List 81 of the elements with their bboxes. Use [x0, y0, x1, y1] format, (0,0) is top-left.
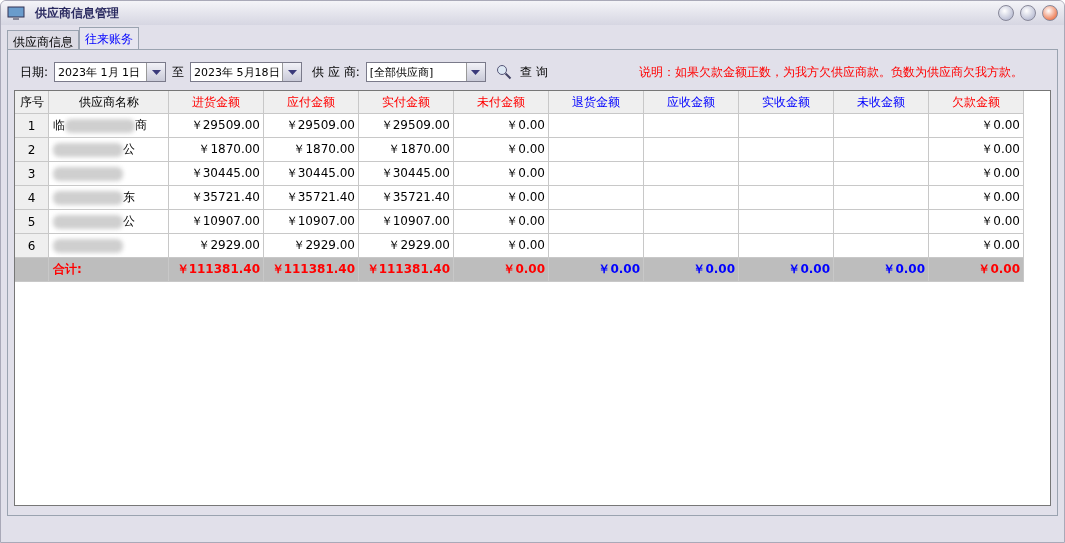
query-button[interactable]: 查 询 — [491, 63, 552, 81]
close-button[interactable] — [1042, 5, 1058, 21]
table-cell: ￥10907.00 — [359, 210, 454, 234]
table-cell: ￥35721.40 — [169, 186, 264, 210]
date-label: 日期: — [20, 63, 49, 81]
table-cell: ￥0.00 — [454, 234, 549, 258]
column-header: 供应商名称 — [49, 91, 169, 114]
row-number: 3 — [15, 162, 49, 186]
table-cell: 东 — [49, 186, 169, 210]
column-header: 欠款金额 — [929, 91, 1024, 114]
table-cell: ￥0.00 — [549, 258, 644, 282]
table-cell: ￥0.00 — [929, 234, 1024, 258]
table-cell: ￥0.00 — [454, 162, 549, 186]
table-cell: 合计: — [49, 258, 169, 282]
table-cell: 公 — [49, 210, 169, 234]
row-number: 5 — [15, 210, 49, 234]
table-cell: ￥10907.00 — [169, 210, 264, 234]
table-cell: ￥2929.00 — [169, 234, 264, 258]
maximize-button[interactable] — [1020, 5, 1036, 21]
tab[interactable]: 供应商信息 — [7, 30, 79, 49]
supplier-dropdown[interactable]: [全部供应商] — [365, 62, 486, 82]
table-cell: ￥0.00 — [929, 186, 1024, 210]
table-cell: ￥0.00 — [834, 258, 929, 282]
window-title: 供应商信息管理 — [35, 4, 119, 22]
column-header: 实收金额 — [739, 91, 834, 114]
search-icon — [495, 64, 512, 80]
caret-icon — [287, 69, 297, 75]
table-cell: ￥1870.00 — [264, 138, 359, 162]
computer-icon — [7, 5, 25, 21]
table-cell: ￥2929.00 — [264, 234, 359, 258]
column-header: 退货金额 — [549, 91, 644, 114]
table-cell: ￥0.00 — [929, 138, 1024, 162]
caret-icon — [471, 69, 481, 75]
row-number: 6 — [15, 234, 49, 258]
table-cell: ￥0.00 — [454, 258, 549, 282]
table-cell: ￥29509.00 — [264, 114, 359, 138]
row-number: 2 — [15, 138, 49, 162]
table-cell: ￥2929.00 — [359, 234, 454, 258]
minimize-button[interactable] — [998, 5, 1014, 21]
date-to-picker[interactable]: 2023年 5月18日 — [190, 62, 303, 82]
table-cell: ￥1870.00 — [169, 138, 264, 162]
table-cell: ￥0.00 — [929, 210, 1024, 234]
to-label: 至 — [172, 63, 185, 81]
column-header: 实付金额 — [359, 91, 454, 114]
table-cell: ￥0.00 — [929, 258, 1024, 282]
caret-icon — [151, 69, 161, 75]
column-header: 未收金额 — [834, 91, 929, 114]
table-cell: ￥30445.00 — [264, 162, 359, 186]
table-cell: 临 商 — [49, 114, 169, 138]
note-text: 说明：如果欠款金额正数，为我方欠供应商款。负数为供应商欠我方款。 — [639, 63, 1023, 81]
table-cell: ￥0.00 — [644, 258, 739, 282]
table-cell: ￥29509.00 — [359, 114, 454, 138]
column-header: 序号 — [15, 91, 49, 114]
table-cell: ￥0.00 — [454, 210, 549, 234]
table-cell: ￥0.00 — [929, 114, 1024, 138]
table-cell: ￥1870.00 — [359, 138, 454, 162]
date-from-picker[interactable]: 2023年 1月 1日 — [54, 62, 167, 82]
table-cell: ￥111381.40 — [264, 258, 359, 282]
row-number: 1 — [15, 114, 49, 138]
table-cell: ￥111381.40 — [359, 258, 454, 282]
row-number — [15, 258, 49, 282]
table-cell: ￥0.00 — [454, 138, 549, 162]
table-cell: ￥111381.40 — [169, 258, 264, 282]
table-cell: ￥30445.00 — [169, 162, 264, 186]
column-header: 应付金额 — [264, 91, 359, 114]
supplier-label: 供 应 商: — [312, 63, 360, 81]
tab[interactable]: 往来账务 — [79, 27, 139, 49]
table-cell: ￥0.00 — [739, 258, 834, 282]
column-header: 应收金额 — [644, 91, 739, 114]
table-cell: ￥10907.00 — [264, 210, 359, 234]
column-header: 进货金额 — [169, 91, 264, 114]
table-cell: ￥35721.40 — [264, 186, 359, 210]
table-cell: 公 — [49, 138, 169, 162]
table-cell: ￥29509.00 — [169, 114, 264, 138]
table-cell: ￥35721.40 — [359, 186, 454, 210]
table-cell: ￥0.00 — [929, 162, 1024, 186]
table-cell: ￥0.00 — [454, 186, 549, 210]
row-number: 4 — [15, 186, 49, 210]
column-header: 未付金额 — [454, 91, 549, 114]
table-cell: ￥30445.00 — [359, 162, 454, 186]
table-cell: ￥0.00 — [454, 114, 549, 138]
